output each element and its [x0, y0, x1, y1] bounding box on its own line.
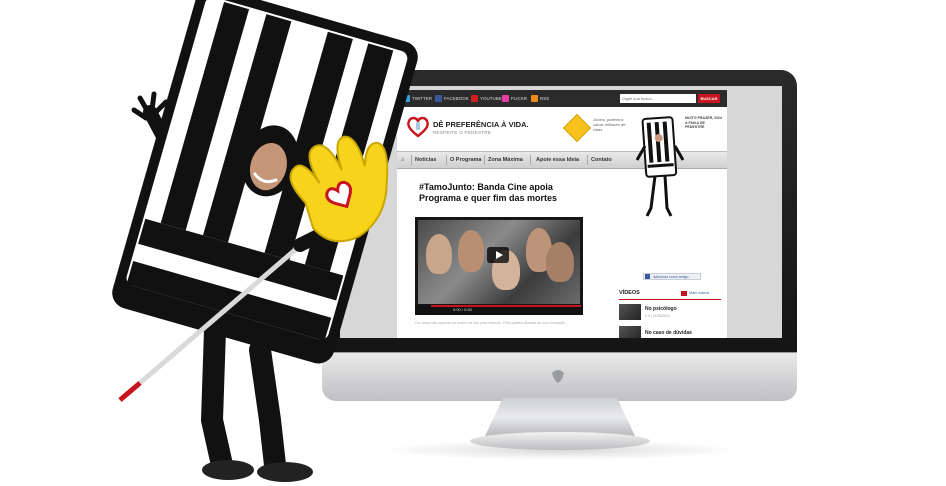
- crosswalk-mascot-image: [112, 0, 418, 482]
